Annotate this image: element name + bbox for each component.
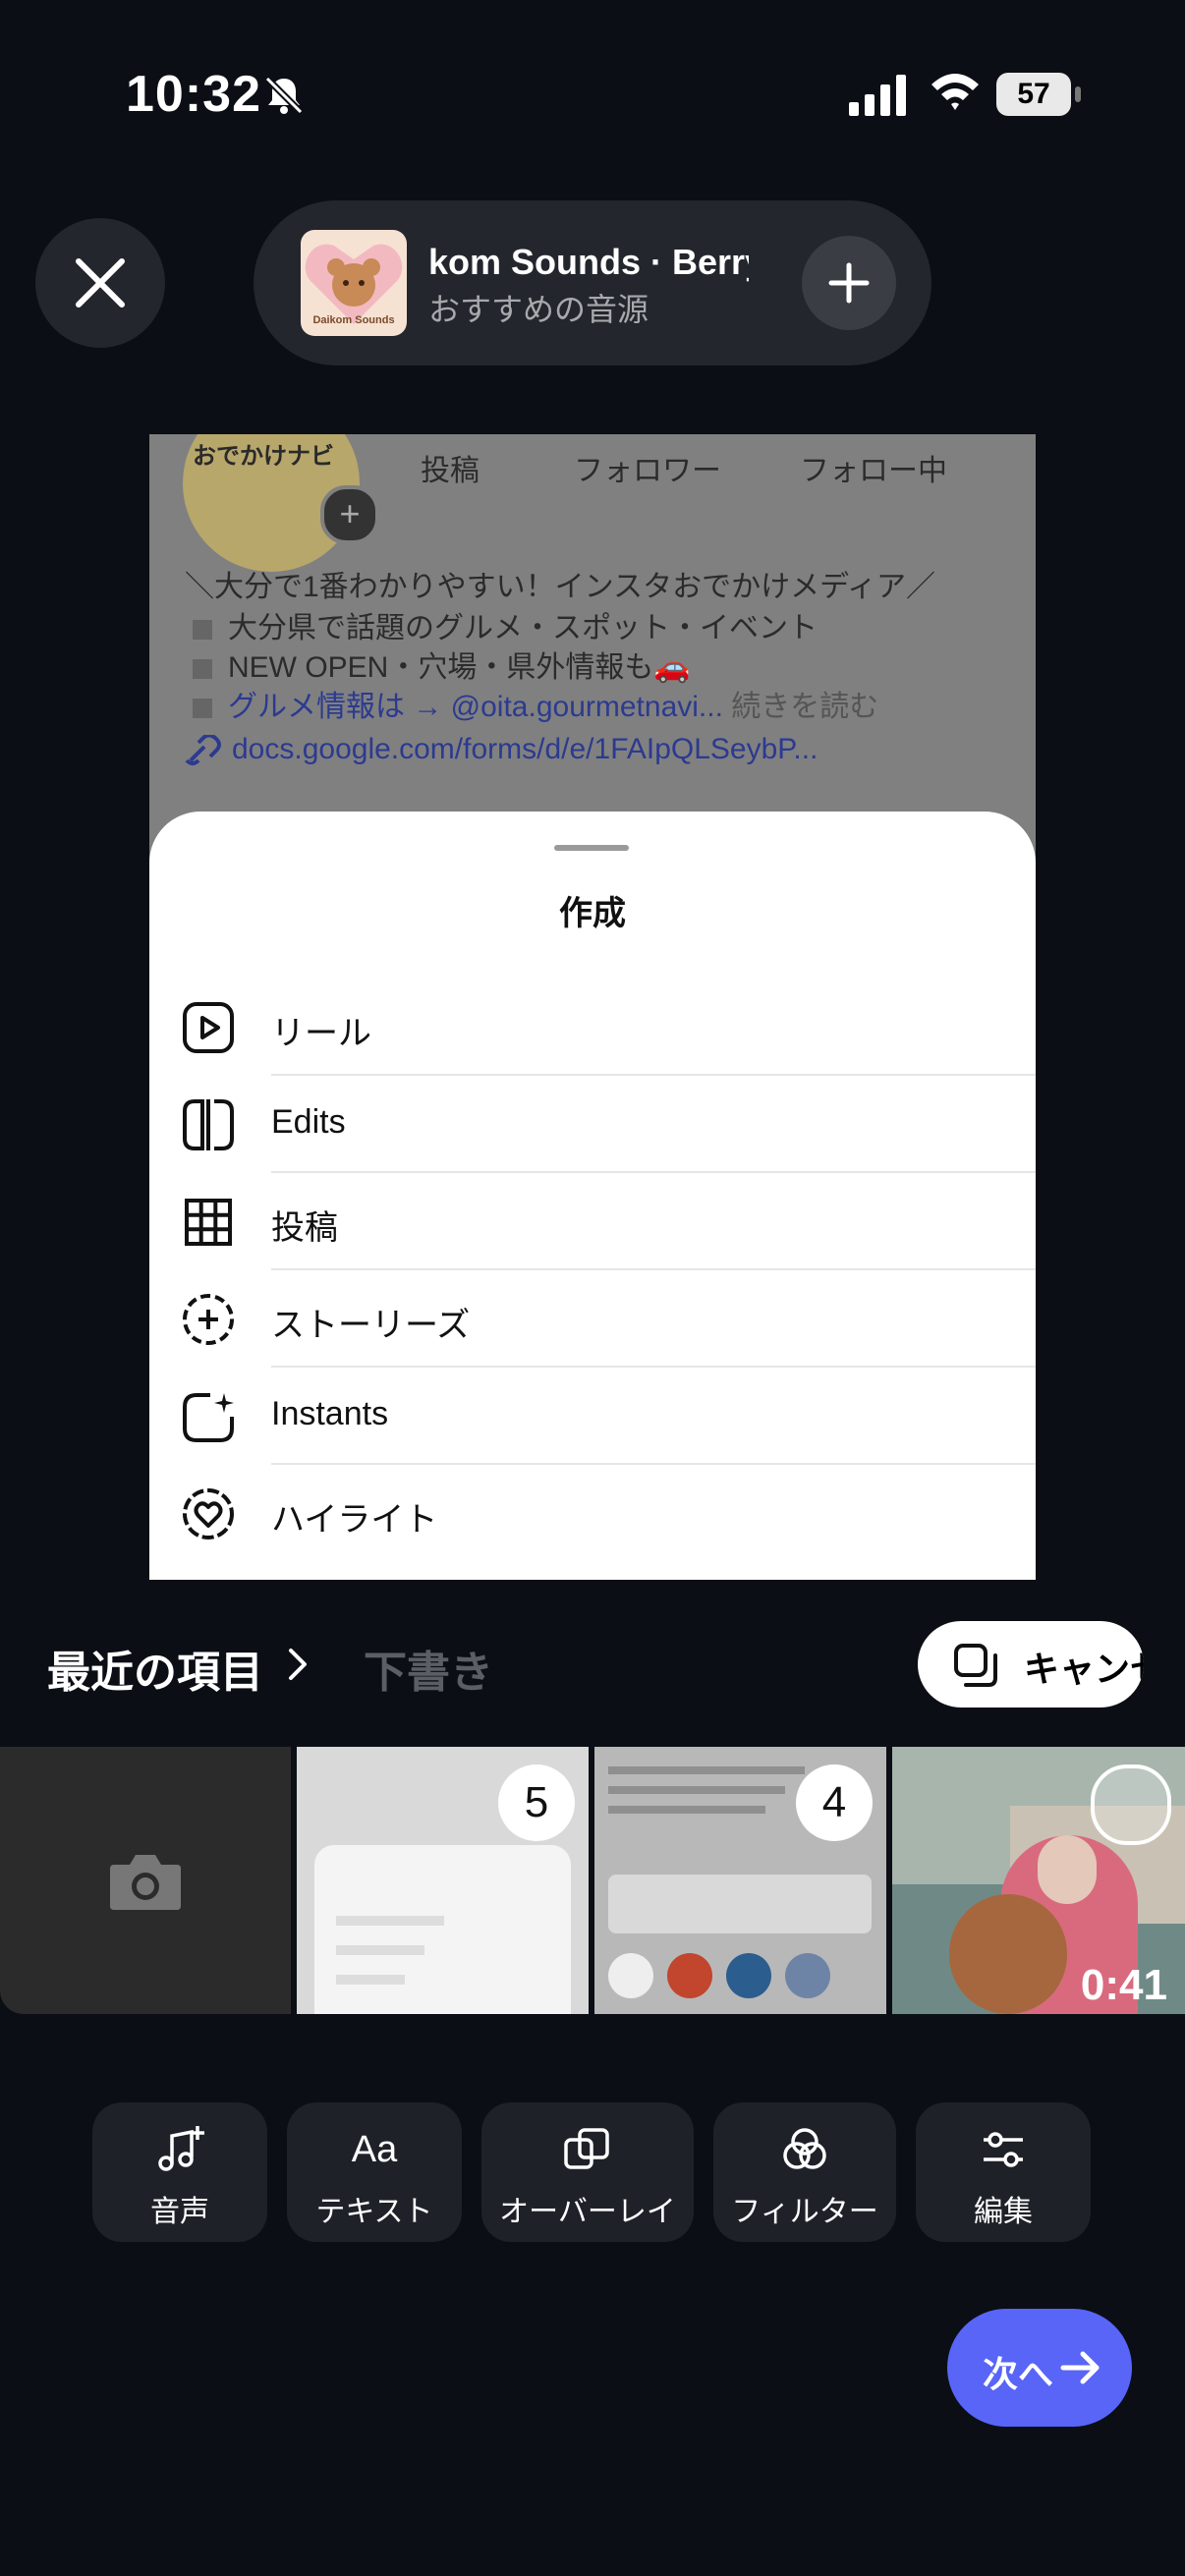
multi-select-icon xyxy=(954,1644,997,1687)
bio-line: 大分県で話題のグルメ・スポット・イベント xyxy=(193,603,818,646)
bio-line: グルメ情報は → @oita.gourmetnavi... 続きを読む xyxy=(193,682,878,725)
sound-artwork-label: Daikom Sounds xyxy=(312,314,395,326)
instants-icon xyxy=(183,1393,234,1442)
menu-item-edits: Edits xyxy=(149,1076,1036,1173)
plus-icon xyxy=(828,262,870,304)
media-thumbnail[interactable]: 5 xyxy=(297,1747,589,2014)
sound-artwork: Daikom Sounds xyxy=(301,230,407,336)
silent-bell-icon xyxy=(264,76,304,115)
overlay-tool-button[interactable]: オーバーレイ xyxy=(481,2102,694,2242)
video-thumbnail[interactable]: 0:41 xyxy=(892,1747,1185,2014)
select-circle[interactable] xyxy=(1091,1764,1171,1845)
media-thumbnail-strip: 5 4 0:41 xyxy=(0,1747,1185,2014)
selection-order-badge: 4 xyxy=(796,1764,873,1841)
chevron-right-icon xyxy=(289,1649,307,1680)
camera-icon xyxy=(110,1855,181,1910)
bio-line: ＼大分で1番わかりやすい！インスタおでかけメディア／ xyxy=(185,571,935,603)
selection-order-badge: 5 xyxy=(498,1764,575,1841)
link-icon xyxy=(185,733,221,766)
stat-posts-label: 投稿 xyxy=(421,455,480,487)
filter-tool-button[interactable]: フィルター xyxy=(713,2102,896,2242)
battery-level: 57 xyxy=(996,73,1071,116)
next-button[interactable]: 次へ xyxy=(947,2309,1132,2427)
text-tool-button[interactable]: Aa テキスト xyxy=(287,2102,462,2242)
recent-items-tab[interactable]: 最近の項目 xyxy=(47,1637,263,1700)
menu-item-reel: リール xyxy=(149,979,1036,1076)
stat-followers-label: フォロワー xyxy=(574,455,721,487)
filter-icon xyxy=(783,2128,826,2169)
close-icon xyxy=(76,258,125,308)
arrow-right-icon xyxy=(1060,2351,1100,2384)
bio-line: NEW OPEN・穴場・県外情報も🚗 xyxy=(193,643,691,686)
sound-subtitle: おすすめの音源 xyxy=(428,292,649,327)
audio-tool-button[interactable]: 音声 xyxy=(92,2102,267,2242)
close-button[interactable] xyxy=(35,218,165,348)
overlay-icon xyxy=(564,2128,609,2169)
edit-tool-button[interactable]: 編集 xyxy=(916,2102,1091,2242)
menu-item-highlight: ハイライト xyxy=(149,1465,1036,1562)
highlight-icon xyxy=(183,1488,234,1540)
reel-icon xyxy=(183,1002,234,1053)
add-sound-button[interactable] xyxy=(802,236,896,330)
cellular-signal-icon xyxy=(849,75,906,116)
story-add-icon xyxy=(183,1294,234,1345)
camera-thumbnail[interactable] xyxy=(0,1747,291,2014)
sheet-title: 作成 xyxy=(559,895,626,932)
music-add-icon xyxy=(158,2126,204,2171)
menu-item-post: 投稿 xyxy=(149,1173,1036,1270)
stat-following-label: フォロー中 xyxy=(800,455,947,487)
sheet-drag-handle xyxy=(554,845,629,851)
cancel-select-button[interactable]: キャンセル xyxy=(918,1621,1144,1708)
bio-link: docs.google.com/forms/d/e/1FAIpQLSeybP..… xyxy=(185,733,818,766)
edits-icon xyxy=(183,1099,234,1150)
avatar-plus-icon: + xyxy=(320,485,379,544)
sound-title: kom Sounds · Berry xyxy=(428,242,749,282)
media-thumbnail[interactable]: 4 xyxy=(594,1747,886,2014)
video-duration: 0:41 xyxy=(1080,1961,1167,2009)
create-bottom-sheet: 作成 リール Edits 投稿 ストーリーズ Instants ハイライト xyxy=(149,812,1036,1580)
text-aa-icon: Aa xyxy=(351,2129,398,2170)
battery-indicator: 57 xyxy=(996,73,1081,116)
grid-icon xyxy=(185,1199,232,1246)
menu-item-stories: ストーリーズ xyxy=(149,1270,1036,1368)
menu-item-instants: Instants xyxy=(149,1368,1036,1465)
drafts-tab[interactable]: 下書き xyxy=(364,1637,493,1700)
status-time: 10:32 xyxy=(126,66,261,123)
sliders-icon xyxy=(984,2132,1023,2167)
media-preview: おでかけナビ + 投稿 フォロワー フォロー中 ＼大分で1番わかりやすい！インス… xyxy=(149,434,1036,1580)
wifi-icon xyxy=(931,74,979,110)
